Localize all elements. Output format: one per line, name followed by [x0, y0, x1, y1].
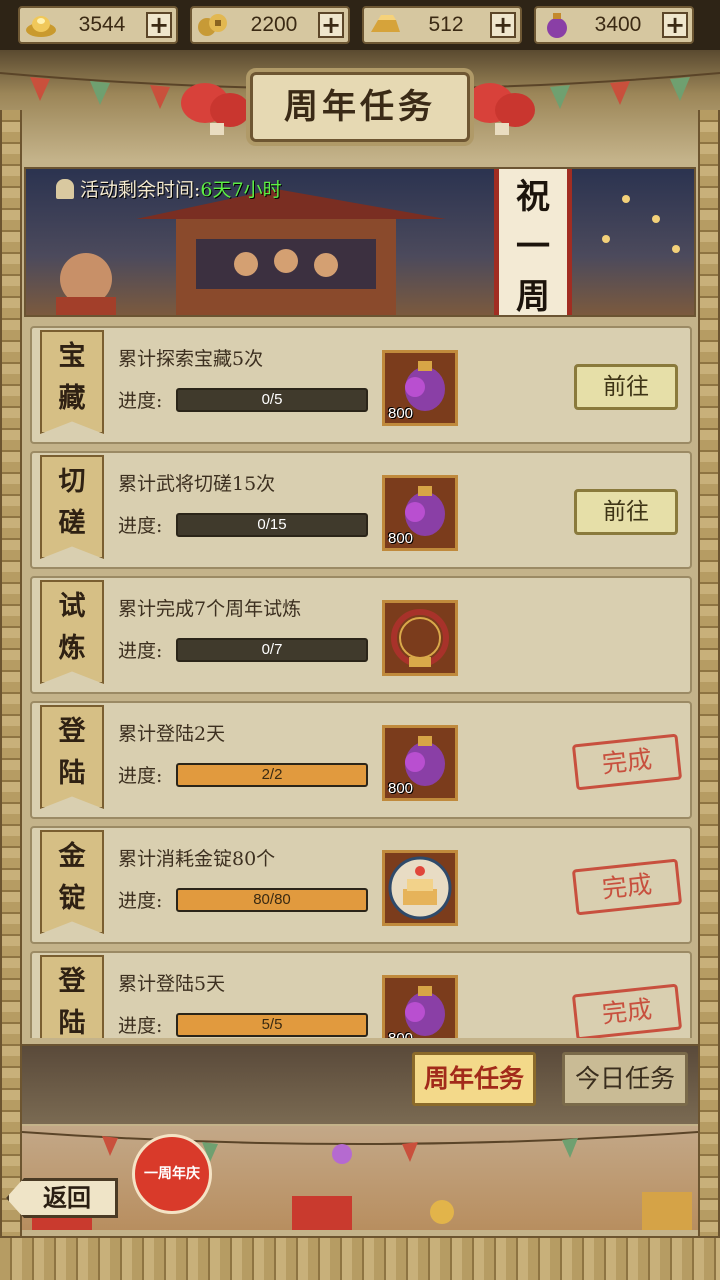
progress-label: 进度: — [118, 1015, 163, 1037]
gold-ingot-count: 3544 — [78, 13, 126, 36]
purple-pouch-count: 3400 — [594, 13, 642, 36]
progress-value: 5/5 — [261, 1016, 283, 1033]
task-tag: 试炼 — [40, 580, 104, 684]
task-description: 累计登陆2天 — [118, 723, 226, 745]
task-description: 累计探索宝藏5次 — [118, 348, 264, 370]
anniversary-cake-icon — [388, 856, 452, 920]
left-border — [0, 110, 22, 1240]
anniversary-badge: 一周年庆 — [132, 1134, 212, 1214]
completed-stamp: 完成 — [571, 733, 683, 791]
currency-coins: 2200 + — [190, 6, 350, 44]
reward-slot[interactable]: 800 — [382, 725, 458, 801]
festive-gifts-illustration — [22, 1131, 698, 1230]
currency-gold-bars: 512 + — [362, 6, 522, 44]
festival-decoration — [22, 1126, 698, 1230]
progress-bar: 80/80 — [176, 888, 368, 912]
timer-label: 活动剩余时间: — [80, 179, 201, 201]
task-item: 切磋 累计武将切磋15次 进度: 0/15 800 前往 — [30, 451, 692, 569]
tab-daily-tasks[interactable]: 今日任务 — [562, 1052, 688, 1106]
add-coins-button[interactable]: + — [318, 12, 344, 38]
task-item: 登陆 累计登陆5天 进度: 5/5 800 完成 — [30, 951, 692, 1038]
footer-border — [0, 1236, 720, 1280]
task-tag: 登陆 — [40, 705, 104, 809]
timer-value: 6天7小时 — [200, 179, 282, 201]
back-label: 返回 — [43, 1183, 91, 1212]
progress-bar: 0/5 — [176, 388, 368, 412]
coins-count: 2200 — [250, 13, 298, 36]
progress-label: 进度: — [118, 390, 163, 412]
go-button[interactable]: 前往 — [574, 364, 678, 410]
gold-bars-count: 512 — [428, 13, 464, 36]
progress-bar: 5/5 — [176, 1013, 368, 1037]
task-tag: 宝藏 — [40, 330, 104, 434]
coins-icon — [198, 14, 227, 36]
reward-slot[interactable]: 800 — [382, 475, 458, 551]
add-gold-bars-button[interactable]: + — [490, 12, 516, 38]
progress-label: 进度: — [118, 640, 163, 662]
reward-count: 800 — [388, 530, 414, 547]
reward-slot[interactable]: 800 — [382, 350, 458, 426]
progress-value: 0/15 — [257, 516, 287, 533]
reward-slot[interactable] — [382, 600, 458, 676]
task-item: 宝藏 累计探索宝藏5次 进度: 0/5 800 前往 — [30, 326, 692, 444]
purple-pouch-icon — [405, 986, 445, 1036]
task-tag: 金锭 — [40, 830, 104, 934]
timer-icon — [56, 179, 74, 199]
scroll-char: 祝 — [516, 177, 550, 217]
task-tag: 切磋 — [40, 455, 104, 559]
page-title: 周年任务 — [284, 87, 436, 127]
progress-value: 0/7 — [261, 641, 283, 658]
reward-slot[interactable]: 800 — [382, 975, 458, 1038]
scroll-char: 一 — [516, 227, 550, 267]
task-tag: 登陆 — [40, 955, 104, 1038]
event-banner: 活动剩余时间:6天7小时 祝 一 周 年 — [24, 167, 696, 317]
scroll-char: 周 — [516, 277, 550, 317]
gold-bar-icon — [371, 15, 400, 32]
progress-label: 进度: — [118, 515, 163, 537]
progress-label: 进度: — [118, 890, 163, 912]
tab-anniversary-tasks[interactable]: 周年任务 — [412, 1052, 536, 1106]
progress-value: 2/2 — [261, 766, 283, 783]
task-item: 金锭 累计消耗金锭80个 进度: 80/80 完成 — [30, 826, 692, 944]
progress-bar: 0/15 — [176, 513, 368, 537]
progress-label: 进度: — [118, 765, 163, 787]
currency-gold-ingot: 3544 + — [18, 6, 178, 44]
progress-bar: 0/7 — [176, 638, 368, 662]
anniversary-scroll: 祝 一 周 年 — [494, 169, 572, 317]
task-item: 登陆 累计登陆2天 进度: 2/2 800 完成 — [30, 701, 692, 819]
progress-value: 80/80 — [253, 891, 291, 908]
lantern-right-icon — [466, 83, 535, 135]
completed-stamp: 完成 — [571, 983, 683, 1038]
progress-value: 0/5 — [261, 391, 283, 408]
go-button[interactable]: 前往 — [574, 489, 678, 535]
gold-ingot-icon — [26, 16, 56, 37]
task-description: 累计武将切磋15次 — [118, 473, 276, 495]
page-title-plate: 周年任务 — [250, 72, 470, 142]
right-border — [698, 110, 720, 1240]
task-list[interactable]: 宝藏 累计探索宝藏5次 进度: 0/5 800 前往 切磋 累计武将切磋15次 … — [24, 320, 696, 1038]
progress-bar: 2/2 — [176, 763, 368, 787]
reward-slot[interactable] — [382, 850, 458, 926]
add-gold-ingot-button[interactable]: + — [146, 12, 172, 38]
task-description: 累计完成7个周年试炼 — [118, 598, 302, 620]
completed-stamp: 完成 — [571, 858, 683, 916]
currency-purple-pouch: 3400 + — [534, 6, 694, 44]
reward-count: 800 — [388, 780, 414, 797]
reward-count: 800 — [388, 1030, 413, 1038]
currency-bar: 3544 + 2200 + 512 + 3400 + — [0, 0, 720, 50]
event-timer: 活动剩余时间:6天7小时 — [56, 175, 282, 202]
task-description: 累计登陆5天 — [118, 973, 226, 995]
task-item: 试炼 累计完成7个周年试炼 进度: 0/7 — [30, 576, 692, 694]
anniversary-frame-icon — [391, 609, 449, 667]
reward-count: 800 — [388, 405, 414, 422]
task-description: 累计消耗金锭80个 — [118, 848, 276, 870]
back-button[interactable]: 返回 — [6, 1178, 118, 1218]
lantern-left-icon — [181, 83, 250, 135]
purple-pouch-icon — [547, 13, 567, 38]
add-purple-pouch-button[interactable]: + — [662, 12, 688, 38]
